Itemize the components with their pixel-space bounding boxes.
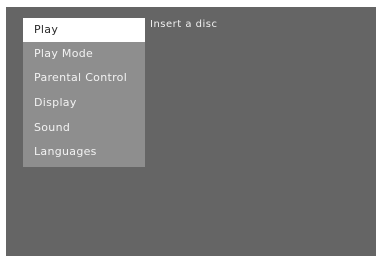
menu-item-play-mode[interactable]: Play Mode (23, 42, 145, 66)
status-message: Insert a disc (150, 19, 218, 30)
menu-item-parental-control[interactable]: Parental Control (23, 66, 145, 90)
menu-item-languages[interactable]: Languages (23, 140, 145, 164)
menu-item-sound[interactable]: Sound (23, 116, 145, 140)
main-menu: Play Play Mode Parental Control Display … (23, 18, 145, 167)
menu-item-play[interactable]: Play (23, 18, 145, 42)
menu-item-display[interactable]: Display (23, 91, 145, 115)
player-screen: Play Play Mode Parental Control Display … (6, 7, 376, 256)
